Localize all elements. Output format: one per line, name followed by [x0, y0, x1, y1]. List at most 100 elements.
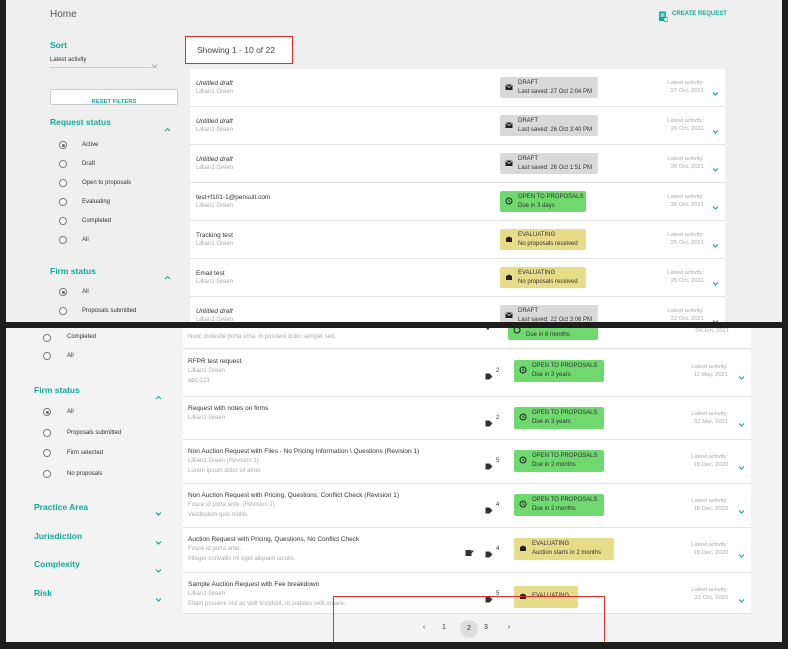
request-row[interactable]: RFPR test request Lillian1 Green abc-123 2 O…	[183, 350, 751, 397]
chevron-down-icon[interactable]	[712, 274, 719, 286]
filter-complexity[interactable]: Complexity	[34, 559, 80, 569]
chevron-up-icon[interactable]	[164, 120, 171, 132]
envelope-icon	[505, 312, 513, 318]
request-row[interactable]: Auction Request with Pricing, Questions,…	[183, 528, 751, 573]
radio-request-status-label: All	[82, 237, 89, 243]
tag-icon	[485, 457, 493, 475]
notes-icon[interactable]	[465, 544, 474, 562]
chevron-down-icon[interactable]	[738, 368, 745, 380]
request-row[interactable]: test+f101-1@pensult.com Lillian1 Green OPE…	[190, 183, 725, 221]
request-client: Lillian1 Green	[196, 165, 234, 171]
request-title: Sample Auction Request with Fee breakdow…	[188, 581, 320, 588]
envelope-icon	[505, 122, 513, 128]
firm-status-heading[interactable]: Firm status	[50, 266, 96, 276]
chevron-down-icon[interactable]	[155, 590, 162, 602]
request-row[interactable]: Tracking test Lillian1 Green EVALUATING No …	[190, 221, 725, 259]
status-badge: Due in 8 months	[508, 328, 598, 340]
radio-request-status[interactable]	[59, 141, 67, 149]
status-subtext: Due in 3 years	[532, 419, 571, 425]
chevron-down-icon[interactable]	[712, 122, 719, 134]
request-detail: Integer convallis mi eget aliquam iaculi…	[188, 556, 296, 562]
status-subtext: Auction starts in 2 months	[532, 550, 602, 556]
request-detail: Lillian1 Green	[188, 415, 226, 421]
radio-request-status[interactable]	[59, 160, 67, 168]
request-row[interactable]: Untitled draft Lillian1 Green DRAFT Last sa…	[190, 69, 725, 107]
latest-activity-label: Latest activity:	[667, 308, 704, 314]
request-row[interactable]: Email test Lillian1 Green EVALUATING No pro…	[190, 259, 725, 297]
request-detail: Fusce id porta ante.	[188, 546, 242, 552]
status-badge: OPEN TO PROPOSALS Due in 3 years	[514, 407, 604, 429]
request-status-heading[interactable]: Request status	[50, 117, 111, 127]
chevron-down-icon[interactable]	[155, 504, 162, 516]
status-label: DRAFT	[518, 308, 538, 314]
list-item[interactable]: Nunc molestie porta urna, in posuere dol…	[183, 328, 751, 349]
request-description: Nunc molestie porta urna, in posuere dol…	[188, 334, 337, 340]
chevron-down-icon[interactable]	[738, 502, 745, 514]
request-detail: Vestibulum quis mollis	[188, 512, 248, 518]
radio-firm-status[interactable]	[59, 288, 67, 296]
radio-completed[interactable]	[43, 334, 51, 342]
chevron-up-icon[interactable]	[164, 268, 171, 280]
chevron-down-icon[interactable]	[738, 591, 745, 603]
filter-practice-area[interactable]: Practice Area	[34, 502, 88, 512]
chevron-down-icon[interactable]	[712, 84, 719, 96]
request-title: Non Auction Request with Pricing, Questi…	[188, 492, 399, 499]
radio-request-status[interactable]	[59, 236, 67, 244]
tag-icon: ●	[486, 328, 490, 332]
status-subtext: Due in 2 months	[532, 462, 576, 468]
latest-activity-label: Latest activity:	[691, 587, 728, 593]
chevron-down-icon[interactable]	[712, 236, 719, 248]
chevron-up-icon[interactable]	[155, 388, 162, 400]
request-row[interactable]: Untitled draft Lillian1 Green DRAFT Last sa…	[190, 107, 725, 145]
request-detail: Lillian1 Green	[188, 368, 226, 374]
reset-filters-button[interactable]: RESET FILTERS	[50, 89, 178, 105]
status-label: DRAFT	[518, 118, 538, 124]
tag-icon	[485, 414, 493, 432]
chevron-down-icon[interactable]	[738, 546, 745, 558]
request-row[interactable]: Untitled draft Lillian1 Green DRAFT Last sa…	[190, 145, 725, 183]
chevron-down-icon[interactable]	[155, 561, 162, 573]
status-badge: DRAFT Last saved: 27 Oct 2:04 PM	[500, 77, 598, 98]
request-detail: abc-123	[188, 378, 210, 384]
radio-request-status[interactable]	[59, 179, 67, 187]
status-label: DRAFT	[518, 80, 538, 86]
chevron-down-icon[interactable]	[738, 458, 745, 470]
radio-firm-status[interactable]	[43, 428, 51, 437]
tag-count: 2	[496, 368, 500, 374]
request-title: Request with notes on firms	[188, 405, 269, 412]
latest-activity-date: 18 Dec, 2020	[693, 506, 728, 512]
reset-filters-label: RESET FILTERS	[91, 99, 137, 105]
latest-activity-label: Latest activity:	[691, 411, 728, 417]
radio-firm-status[interactable]	[59, 307, 67, 315]
request-row[interactable]: Request with notes on firms Lillian1 Gree…	[183, 397, 751, 440]
request-title: Tracking test	[196, 232, 233, 239]
chevron-down-icon[interactable]	[155, 533, 162, 545]
filter-jurisdiction[interactable]: Jurisdiction	[34, 531, 82, 541]
request-row[interactable]: Non Auction Request with Pricing, Questi…	[183, 484, 751, 528]
status-subtext: Due in 3 days	[518, 203, 555, 209]
chevron-down-icon[interactable]	[712, 198, 719, 210]
latest-activity-date: 18 Dec, 2020	[693, 550, 728, 556]
request-row[interactable]: Non Auction Request with Files - No Pric…	[183, 440, 751, 484]
tag-icon	[485, 367, 493, 385]
radio-request-status-label: Open to proposals	[82, 180, 132, 186]
status-subtext: Due in 8 months	[526, 332, 570, 338]
filter-risk[interactable]: Risk	[34, 588, 52, 598]
chevron-down-icon[interactable]	[712, 160, 719, 172]
radio-request-status[interactable]	[59, 217, 67, 225]
radio-firm-status[interactable]	[43, 408, 51, 416]
chevron-down-icon[interactable]	[712, 312, 719, 322]
radio-request-status[interactable]	[59, 198, 67, 206]
radio-firm-status-label: All	[82, 289, 89, 295]
sort-select[interactable]: Latest activity	[50, 55, 158, 68]
box-icon	[506, 236, 512, 242]
radio-firm-status[interactable]	[43, 449, 51, 457]
envelope-icon	[505, 84, 513, 90]
firm-status-heading[interactable]: Firm status	[34, 385, 80, 395]
request-title: RFPR test request	[188, 358, 242, 365]
radio-firm-status[interactable]	[43, 469, 51, 478]
radio-all[interactable]	[43, 352, 51, 360]
status-label: EVALUATING	[518, 232, 556, 238]
request-row[interactable]: Untitled draft Lillian1 Green DRAFT Last sa…	[190, 297, 725, 322]
chevron-down-icon[interactable]	[738, 415, 745, 427]
